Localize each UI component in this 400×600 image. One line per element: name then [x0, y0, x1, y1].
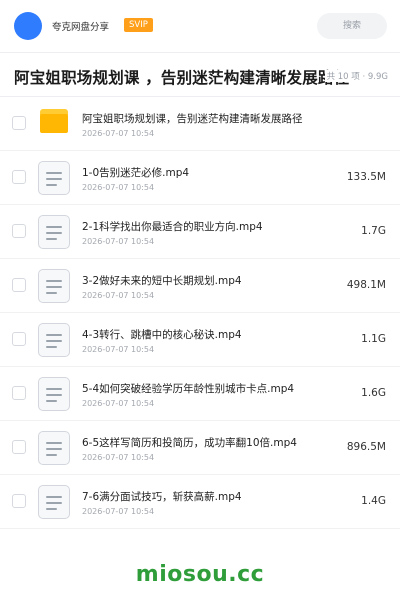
row-checkbox[interactable] [12, 224, 26, 238]
file-name[interactable]: 6-5这样写简历和投简历，成功率翻10倍.mp4 [82, 435, 297, 450]
row-checkbox[interactable] [12, 170, 26, 184]
file-row[interactable]: 6-5这样写简历和投简历，成功率翻10倍.mp4 2026-07-07 10:54… [0, 421, 400, 475]
file-row[interactable]: 2-1科学找出你最适合的职业方向.mp4 2026-07-07 10:54 1.7G [0, 205, 400, 259]
file-date: 2026-07-07 10:54 [82, 453, 155, 462]
item-count-meta: 共 10 项 · 9.9G [324, 70, 388, 82]
brand-name: 夸克网盘分享 [52, 22, 110, 33]
row-checkbox[interactable] [12, 116, 26, 130]
file-row[interactable]: 4-3转行、跳槽中的核心秘诀.mp4 2026-07-07 10:54 1.1G [0, 313, 400, 367]
file-size: 133.5M [346, 171, 386, 183]
file-icon [38, 269, 70, 303]
file-row[interactable]: 1-0告别迷茫必修.mp4 2026-07-07 10:54 133.5M [0, 151, 400, 205]
folder-icon [40, 109, 68, 133]
row-checkbox[interactable] [12, 278, 26, 292]
file-name[interactable]: 2-1科学找出你最适合的职业方向.mp4 [82, 219, 263, 234]
search-button[interactable]: 搜索 [317, 13, 387, 39]
file-size: 896.5M [346, 441, 386, 453]
file-name[interactable]: 4-3转行、跳槽中的核心秘诀.mp4 [82, 327, 242, 342]
file-date: 2026-07-07 10:54 [82, 129, 155, 138]
file-list: 阿宝姐职场规划课，告别迷茫构建清晰发展路径 2026-07-07 10:54 1-0… [0, 97, 400, 529]
file-icon [38, 323, 70, 357]
file-date: 2026-07-07 10:54 [82, 291, 155, 300]
file-name[interactable]: 5-4如何突破经验学历年龄性别城市卡点.mp4 [82, 381, 294, 396]
page-title: 阿宝姐职场规划课 ，告别迷茫构建清晰发展路径 [14, 69, 350, 87]
file-name[interactable]: 阿宝姐职场规划课，告别迷茫构建清晰发展路径 [82, 111, 303, 126]
file-icon [38, 377, 70, 411]
file-name[interactable]: 3-2做好未来的短中长期规划.mp4 [82, 273, 242, 288]
file-row[interactable]: 5-4如何突破经验学历年龄性别城市卡点.mp4 2026-07-07 10:54 1… [0, 367, 400, 421]
file-name[interactable]: 1-0告别迷茫必修.mp4 [82, 165, 189, 180]
file-date: 2026-07-07 10:54 [82, 507, 155, 516]
file-name[interactable]: 7-6满分面试技巧，斩获高薪.mp4 [82, 489, 242, 504]
file-date: 2026-07-07 10:54 [82, 399, 155, 408]
file-size: 1.4G [361, 495, 386, 507]
row-checkbox[interactable] [12, 386, 26, 400]
row-checkbox[interactable] [12, 332, 26, 346]
file-size: 498.1M [346, 279, 386, 291]
avatar[interactable] [14, 12, 42, 40]
file-icon [38, 161, 70, 195]
file-date: 2026-07-07 10:54 [82, 183, 155, 192]
file-size: 1.1G [361, 333, 386, 345]
file-size: 1.6G [361, 387, 386, 399]
file-row[interactable]: 7-6满分面试技巧，斩获高薪.mp4 2026-07-07 10:54 1.4G [0, 475, 400, 529]
top-bar: 夸克网盘分享 SVIP 搜索 [0, 0, 400, 52]
watermark: miosou.cc [135, 562, 265, 587]
file-icon [38, 485, 70, 519]
file-row[interactable]: 阿宝姐职场规划课，告别迷茫构建清晰发展路径 2026-07-07 10:54 [0, 97, 400, 151]
title-bar: 阿宝姐职场规划课 ，告别迷茫构建清晰发展路径 共 10 项 · 9.9G [0, 53, 400, 97]
file-date: 2026-07-07 10:54 [82, 345, 155, 354]
row-checkbox[interactable] [12, 494, 26, 508]
file-size: 1.7G [361, 225, 386, 237]
row-checkbox[interactable] [12, 440, 26, 454]
file-date: 2026-07-07 10:54 [82, 237, 155, 246]
svip-badge: SVIP [124, 18, 153, 32]
file-icon [38, 215, 70, 249]
file-icon [38, 431, 70, 465]
file-row[interactable]: 3-2做好未来的短中长期规划.mp4 2026-07-07 10:54 498.1M [0, 259, 400, 313]
